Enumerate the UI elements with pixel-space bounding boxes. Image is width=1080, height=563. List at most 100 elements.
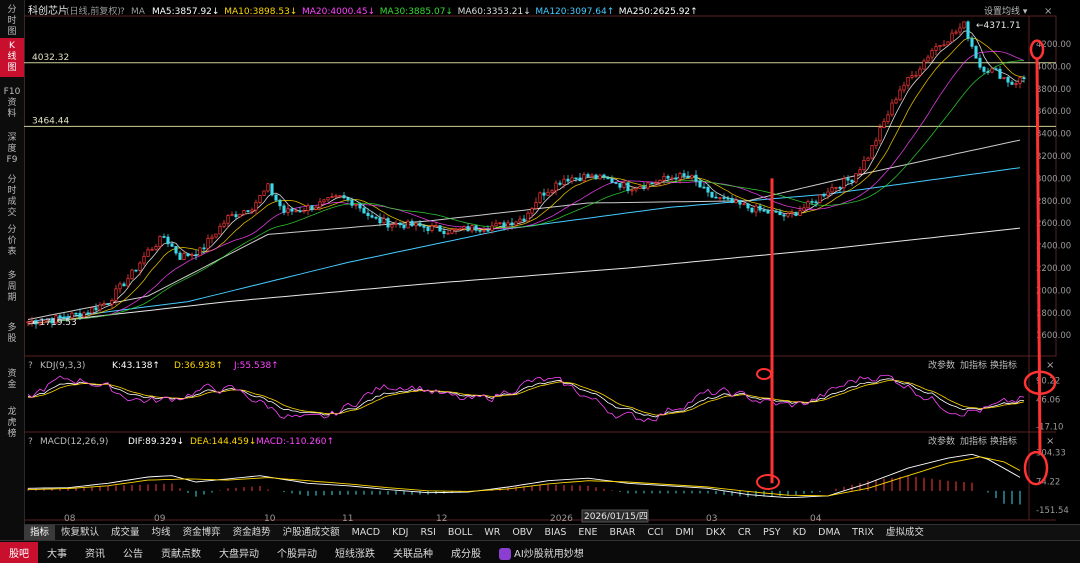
candle [158,236,162,247]
candle [742,203,746,206]
footer-tab[interactable]: 关联品种 [384,545,442,560]
indicator-tab[interactable]: ENE [572,525,603,541]
candle [258,195,262,203]
x-tick: 12 [436,514,447,524]
footer-tab[interactable]: 成分股 [442,545,490,560]
indicator-tab[interactable]: TRIX [846,525,880,541]
ai-assistant-button[interactable]: AI炒股就用妙想 [490,545,593,560]
candle [954,31,958,34]
price-tick: 3600.00 [1036,107,1071,117]
candle [926,56,930,62]
footer-tab[interactable]: 公告 [114,545,152,560]
sidebar-item-6[interactable]: 多 周 期 [0,268,24,307]
candle [182,253,186,260]
ma250-line [27,227,1021,325]
candle [406,220,410,229]
indicator-tab[interactable]: 成交量 [105,525,146,541]
indicator-tab[interactable]: 均线 [146,525,177,541]
candle [898,89,902,101]
macd-tick: -151.54 [1036,506,1069,516]
indicator-tab[interactable]: CR [732,525,757,541]
candle [174,246,178,254]
indicator-tab[interactable]: DMA [812,525,846,541]
candle [886,114,890,122]
price-panel-frame [24,15,1057,357]
candle [594,174,598,180]
indicator-tab[interactable]: BOLL [442,525,478,541]
indicator-tab[interactable]: KDJ [386,525,414,541]
ma-label: MA [131,7,146,17]
indicator-tab[interactable]: 沪股通成交额 [277,525,346,541]
ma-value: MA60:3353.21↓ [458,7,531,17]
candle [322,199,326,203]
footer-tab[interactable]: 大事 [38,545,76,560]
footer-tab[interactable]: 大盘异动 [210,545,268,560]
sidebar-item-3[interactable]: 深 度 F9 [0,130,24,169]
indicator-tab[interactable]: DMI [669,525,699,541]
candle [670,177,674,180]
footer-tab[interactable]: 个股异动 [268,545,326,560]
candle [350,199,354,206]
indicator-tab[interactable]: BRAR [604,525,642,541]
candle [222,222,226,227]
candle [254,201,258,211]
candle [566,178,570,182]
candle [714,196,718,199]
candle [774,210,778,213]
candle [90,307,94,314]
candle [498,222,502,225]
candle [850,179,854,183]
x-tick: 04 [810,514,822,524]
indicator-tab[interactable]: OBV [506,525,538,541]
sidebar-item-0[interactable]: 分 时 图 [0,2,24,41]
macd-circle [756,474,780,490]
min-price-label: ←1719.53 [32,318,77,328]
candle [922,60,926,70]
indicator-tab[interactable]: 指标 [24,525,56,541]
candle [918,68,922,76]
indicator-tab[interactable]: PSY [757,525,787,541]
indicator-tab[interactable]: BIAS [539,525,573,541]
candle [178,252,182,260]
candle [542,192,546,196]
indicator-tab[interactable]: MACD [346,525,386,541]
candle [930,50,934,58]
sidebar-item-7[interactable]: 多 股 [0,320,24,348]
indicator-tab[interactable]: KD [787,525,813,541]
candle [482,229,486,232]
indicator-tab[interactable]: CCI [641,525,669,541]
candle [806,201,810,209]
candle [446,232,450,235]
candle [358,204,362,209]
candle [266,183,270,192]
candle [910,75,914,78]
indicator-tab[interactable]: DKX [700,525,732,541]
sidebar-item-4[interactable]: 分 时 成 交 [0,172,24,222]
candle [278,199,282,207]
indicator-tab[interactable]: RSI [414,525,441,541]
footer-tab[interactable]: 贡献点数 [152,545,210,560]
footer-tab[interactable]: 股吧 [0,541,38,563]
candle [154,246,158,250]
indicator-tab[interactable]: WR [478,525,506,541]
candle [758,205,762,211]
candle [518,218,522,223]
footer-tab[interactable]: 短线涨跌 [326,545,384,560]
indicator-tab[interactable]: 虚拟成交 [880,525,930,541]
candle [970,38,974,47]
candle [842,178,846,189]
sidebar-item-5[interactable]: 分 价 表 [0,222,24,261]
indicator-tab[interactable]: 恢复默认 [55,525,105,541]
sidebar-item-2[interactable]: F10 资 料 [0,84,24,123]
footer-tab[interactable]: 资讯 [76,545,114,560]
sidebar-item-9[interactable]: 龙 虎 榜 [0,404,24,443]
indicator-tab[interactable]: 资金趋势 [227,525,277,541]
sidebar-item-1[interactable]: K 线 图 [0,38,24,77]
indicator-tab[interactable]: 资金博弈 [177,525,227,541]
macd-param-button: 改参数 [928,435,955,447]
candle [170,243,174,247]
sidebar-item-8[interactable]: 资 金 [0,366,24,394]
candle [694,174,698,182]
candle [334,195,338,198]
candle [106,303,110,305]
